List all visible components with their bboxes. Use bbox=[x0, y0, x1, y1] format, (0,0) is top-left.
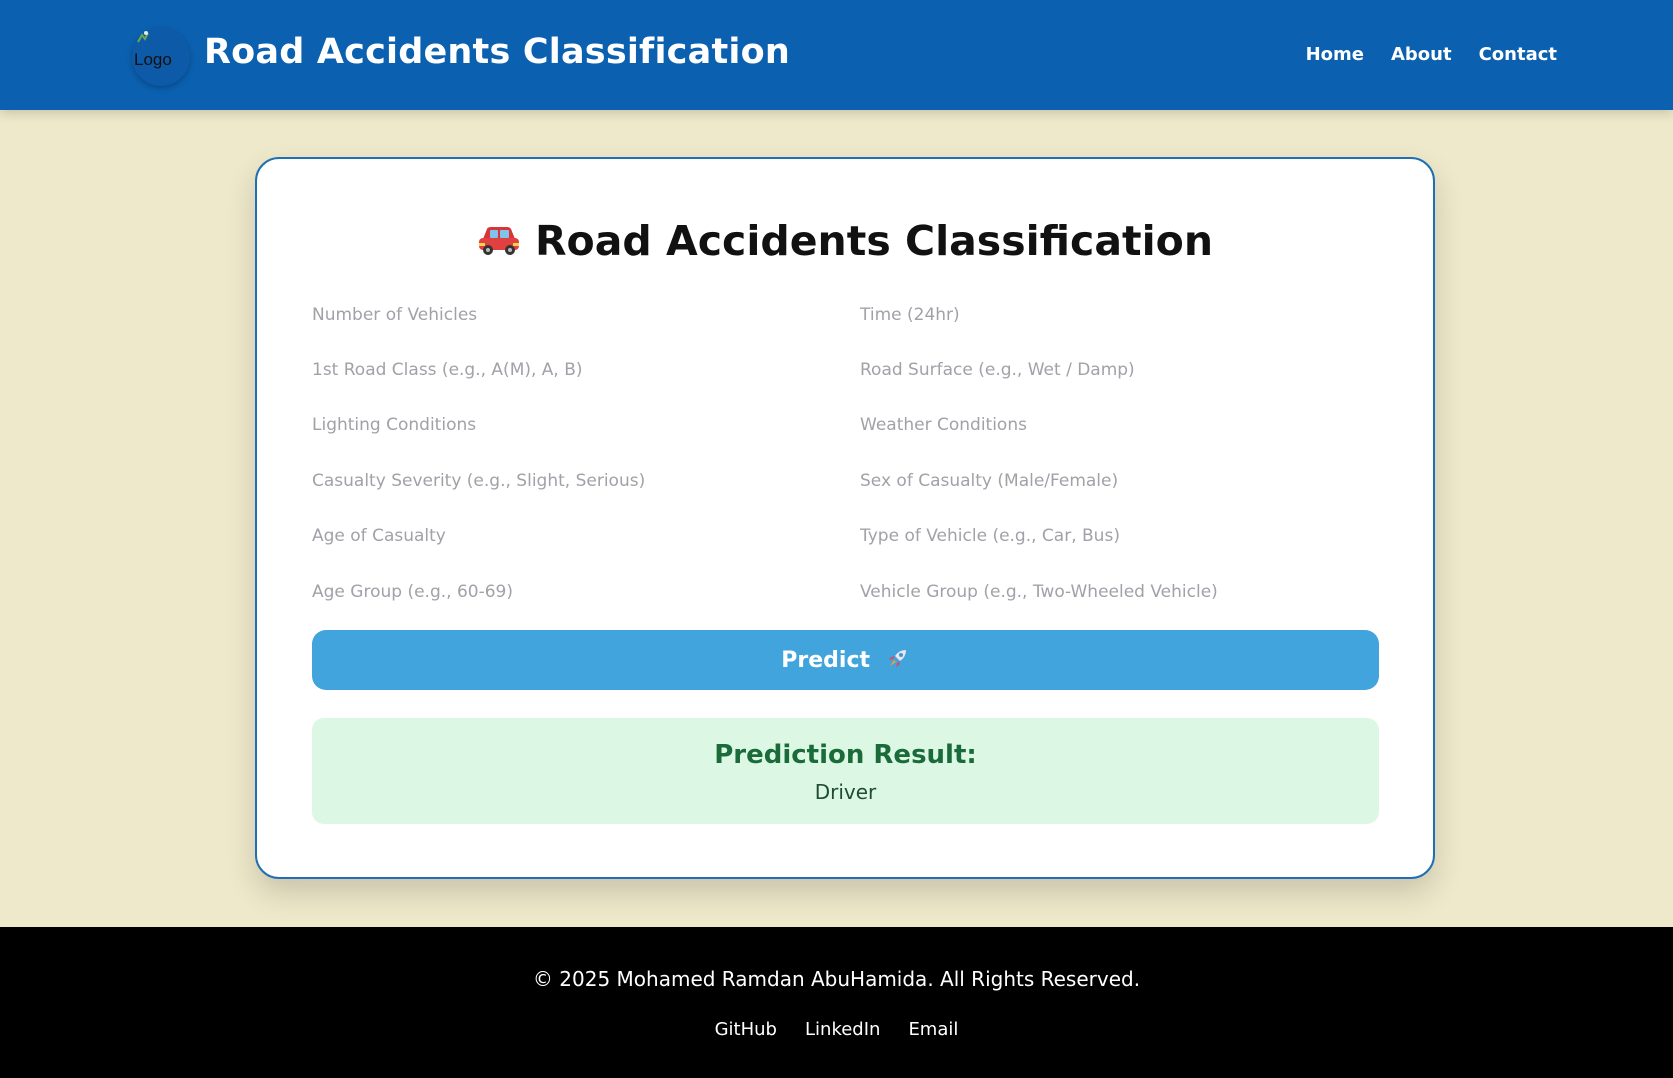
footer-links: GitHub LinkedIn Email bbox=[0, 1019, 1673, 1040]
road-class-input[interactable] bbox=[312, 352, 832, 388]
sex-of-casualty-input[interactable] bbox=[860, 463, 1380, 499]
weather-conditions-input[interactable] bbox=[860, 407, 1380, 443]
nav-contact-link[interactable]: Contact bbox=[1479, 44, 1557, 65]
site-header: Logo Road Accidents Classification Home … bbox=[0, 0, 1673, 110]
prediction-result-box: Prediction Result: Driver bbox=[312, 718, 1379, 824]
road-surface-input[interactable] bbox=[860, 352, 1380, 388]
time-input[interactable] bbox=[860, 297, 1380, 333]
site-title: Road Accidents Classification bbox=[204, 32, 790, 72]
card-title-text: Road Accidents Classification bbox=[534, 217, 1214, 265]
prediction-result-value: Driver bbox=[814, 780, 877, 804]
logo-alt-text: Logo bbox=[134, 50, 172, 69]
predict-button[interactable]: Predict bbox=[312, 630, 1379, 690]
nav-about-link[interactable]: About bbox=[1391, 44, 1452, 65]
car-icon bbox=[478, 227, 519, 255]
predict-button-label: Predict bbox=[781, 647, 871, 673]
main-nav: Home About Contact bbox=[1306, 44, 1557, 65]
broken-image-icon bbox=[137, 31, 149, 43]
prediction-card: Road Accidents Classification Predict Pr… bbox=[255, 157, 1435, 879]
lighting-conditions-input[interactable] bbox=[312, 407, 832, 443]
email-link[interactable]: Email bbox=[908, 1019, 958, 1040]
card-title: Road Accidents Classification bbox=[257, 217, 1433, 265]
logo[interactable]: Logo bbox=[132, 28, 190, 86]
age-group-input[interactable] bbox=[312, 574, 832, 610]
prediction-result-title: Prediction Result: bbox=[714, 740, 977, 770]
site-footer: © 2025 Mohamed Ramdan AbuHamida. All Rig… bbox=[0, 927, 1673, 1078]
vehicle-group-input[interactable] bbox=[860, 574, 1380, 610]
age-of-casualty-input[interactable] bbox=[312, 518, 832, 554]
linkedin-link[interactable]: LinkedIn bbox=[805, 1019, 880, 1040]
copyright-text: © 2025 Mohamed Ramdan AbuHamida. All Rig… bbox=[532, 967, 1141, 991]
casualty-severity-input[interactable] bbox=[312, 463, 832, 499]
nav-home-link[interactable]: Home bbox=[1306, 44, 1364, 65]
rocket-icon bbox=[888, 649, 906, 667]
number-of-vehicles-input[interactable] bbox=[312, 297, 832, 333]
type-of-vehicle-input[interactable] bbox=[860, 518, 1380, 554]
github-link[interactable]: GitHub bbox=[715, 1019, 777, 1040]
